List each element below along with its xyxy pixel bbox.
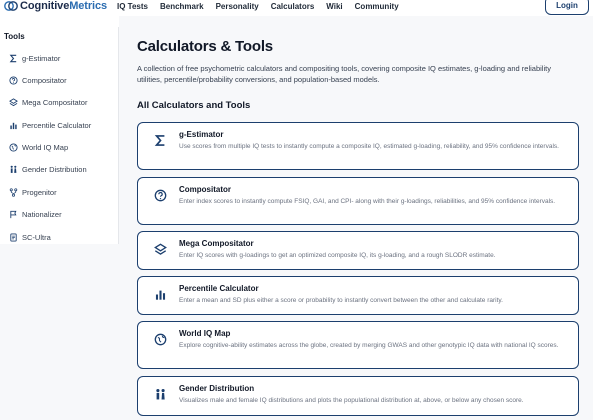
- card-description: Explore cognitive-ability estimates acro…: [179, 342, 559, 349]
- card-description: Use scores from multiple IQ tests to ins…: [179, 143, 559, 150]
- top-nav-bar: CognitiveMetrics IQ Tests Benchmark Pers…: [0, 0, 593, 16]
- sigma-icon: [153, 133, 167, 147]
- question-circle-icon: [8, 75, 18, 85]
- card-title: World IQ Map: [179, 329, 231, 338]
- login-button[interactable]: Login: [545, 0, 589, 15]
- card-title: g-Estimator: [179, 130, 224, 139]
- page-intro: A collection of free psychometric calcul…: [137, 64, 551, 84]
- nav-personality[interactable]: Personality: [216, 2, 259, 11]
- sidebar-item-g-estimator[interactable]: g-Estimator: [0, 49, 119, 67]
- sigma-icon: [8, 53, 18, 63]
- flag-icon: [8, 209, 18, 219]
- card-description: Enter index scores to instantly compute …: [179, 198, 556, 205]
- sidebar-item-label: SC-Ultra: [22, 232, 51, 242]
- sidebar-item-label: Mega Compositator: [22, 97, 88, 107]
- card-description: Visualizes male and female IQ distributi…: [179, 397, 524, 404]
- sidebar-item-label: Percentile Calculator: [22, 120, 92, 130]
- sidebar-item-compositator[interactable]: Compositator: [0, 71, 119, 89]
- card-description: Enter a mean and SD plus either a score …: [179, 297, 503, 304]
- card-title: Percentile Calculator: [179, 284, 259, 293]
- globe-icon: [153, 332, 167, 346]
- sidebar-item-label: g-Estimator: [22, 53, 61, 63]
- logo-text: CognitiveMetrics: [20, 0, 108, 12]
- nav-wiki[interactable]: Wiki: [326, 2, 342, 11]
- question-circle-icon: [153, 188, 167, 202]
- document-icon: [8, 232, 18, 242]
- people-icon: [153, 387, 167, 401]
- nav-iq-tests[interactable]: IQ Tests: [117, 2, 148, 11]
- page-title: Calculators & Tools: [137, 38, 273, 55]
- main-nav: IQ Tests Benchmark Personality Calculato…: [117, 0, 411, 12]
- brain-logo-icon: [4, 1, 18, 11]
- nav-benchmark[interactable]: Benchmark: [160, 2, 204, 11]
- branch-icon: [8, 187, 18, 197]
- card-title: Gender Distribution: [179, 384, 255, 393]
- section-title: All Calculators and Tools: [137, 100, 251, 111]
- sidebar-item-label: Compositator: [22, 75, 67, 85]
- logo[interactable]: CognitiveMetrics: [4, 0, 107, 12]
- card-compositator[interactable]: Compositator Enter index scores to insta…: [137, 177, 579, 225]
- sidebar-item-gender-distribution[interactable]: Gender Distribution: [0, 160, 119, 178]
- sidebar-item-label: Gender Distribution: [22, 164, 87, 174]
- bar-chart-icon: [8, 120, 18, 130]
- layers-icon: [8, 97, 18, 107]
- sidebar-item-nationalizer[interactable]: Nationalizer: [0, 205, 119, 223]
- card-gender-distribution[interactable]: Gender Distribution Visualizes male and …: [137, 376, 579, 416]
- card-description: Enter IQ scores with g-loadings to get a…: [179, 252, 496, 259]
- card-title: Mega Compositator: [179, 239, 254, 248]
- sidebar-footer-area: [0, 244, 119, 420]
- card-percentile-calculator[interactable]: Percentile Calculator Enter a mean and S…: [137, 276, 579, 315]
- card-g-estimator[interactable]: g-Estimator Use scores from multiple IQ …: [137, 122, 579, 170]
- sidebar-item-percentile-calculator[interactable]: Percentile Calculator: [0, 116, 119, 134]
- globe-icon: [8, 142, 18, 152]
- sidebar-item-label: Progenitor: [22, 187, 57, 197]
- sidebar-item-world-iq-map[interactable]: World IQ Map: [0, 138, 119, 156]
- card-mega-compositator[interactable]: Mega Compositator Enter IQ scores with g…: [137, 231, 579, 270]
- sidebar: Tools g-Estimator Compositator Mega Comp…: [0, 27, 119, 244]
- people-icon: [8, 164, 18, 174]
- sidebar-item-label: World IQ Map: [22, 142, 69, 152]
- nav-calculators[interactable]: Calculators: [271, 2, 315, 11]
- nav-community[interactable]: Community: [355, 2, 399, 11]
- sidebar-item-label: Nationalizer: [22, 209, 62, 219]
- layers-icon: [153, 242, 167, 256]
- card-title: Compositator: [179, 185, 231, 194]
- sidebar-item-progenitor[interactable]: Progenitor: [0, 183, 119, 201]
- card-world-iq-map[interactable]: World IQ Map Explore cognitive-ability e…: [137, 321, 579, 369]
- sidebar-item-mega-compositator[interactable]: Mega Compositator: [0, 93, 119, 111]
- bar-chart-icon: [153, 287, 167, 301]
- sidebar-title: Tools: [4, 32, 25, 41]
